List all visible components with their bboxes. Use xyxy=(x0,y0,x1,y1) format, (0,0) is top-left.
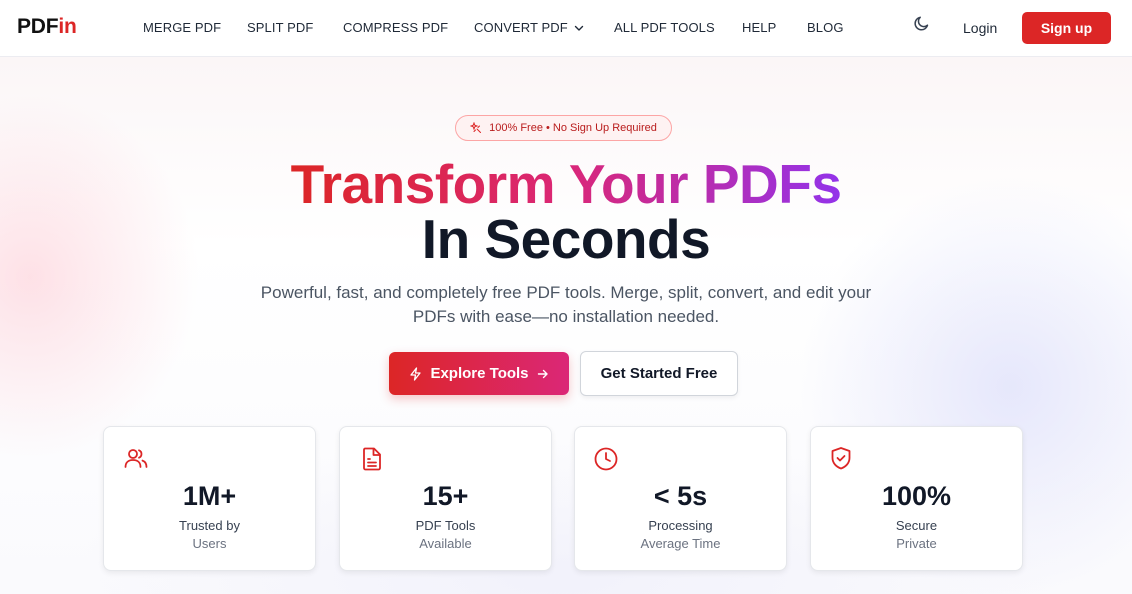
badge-text: 100% Free • No Sign Up Required xyxy=(489,122,657,134)
nav-convert-pdf-label: CONVERT PDF xyxy=(474,20,568,35)
document-icon xyxy=(359,446,385,472)
hero-subtitle: Powerful, fast, and completely free PDF … xyxy=(260,283,872,326)
nav-blog[interactable]: BLOG xyxy=(807,20,844,35)
explore-tools-button[interactable]: Explore Tools xyxy=(389,352,569,395)
arrow-right-icon xyxy=(537,368,549,380)
nav-help[interactable]: HELP xyxy=(742,20,776,35)
users-icon xyxy=(123,446,149,472)
lightning-icon xyxy=(409,366,422,381)
stat-label: Trusted by xyxy=(179,518,240,533)
stat-label: Secure xyxy=(895,518,938,533)
nav-compress-pdf[interactable]: COMPRESS PDF xyxy=(343,20,448,35)
stat-sublabel: Users xyxy=(192,536,227,551)
moon-icon[interactable] xyxy=(912,13,932,33)
stat-card-tools: 15+ PDF Tools Available xyxy=(339,426,552,571)
site-header: PDFin MERGE PDF SPLIT PDF COMPRESS PDF C… xyxy=(0,0,1132,57)
stat-label: PDF Tools xyxy=(415,518,476,533)
stat-value: 1M+ xyxy=(182,481,237,511)
stat-card-users: 1M+ Trusted by Users xyxy=(103,426,316,571)
stat-value: 15+ xyxy=(422,481,469,511)
nav-convert-pdf[interactable]: CONVERT PDF xyxy=(474,20,584,35)
get-started-button[interactable]: Get Started Free xyxy=(580,351,738,396)
stat-card-secure: 100% Secure Private xyxy=(810,426,1023,571)
sparkle-icon xyxy=(470,122,482,134)
shield-check-icon xyxy=(830,446,856,472)
chevron-down-icon xyxy=(574,23,584,33)
login-link[interactable]: Login xyxy=(963,20,997,36)
explore-tools-label: Explore Tools xyxy=(430,365,529,382)
headline-line2: In Seconds xyxy=(421,208,711,270)
stat-sublabel: Private xyxy=(896,536,937,551)
stat-label: Processing xyxy=(648,518,713,533)
nav-merge-pdf[interactable]: MERGE PDF xyxy=(143,20,221,35)
stat-card-speed: < 5s Processing Average Time xyxy=(574,426,787,571)
stat-sublabel: Average Time xyxy=(640,536,721,551)
stat-value: 100% xyxy=(881,481,952,511)
nav-all-pdf-tools[interactable]: ALL PDF TOOLS xyxy=(614,20,715,35)
stat-sublabel: Available xyxy=(419,536,472,551)
headline-gradient-text: Transform Your PDFs xyxy=(290,153,842,215)
signup-button[interactable]: Sign up xyxy=(1022,12,1111,44)
nav-split-pdf[interactable]: SPLIT PDF xyxy=(247,20,313,35)
clock-icon xyxy=(594,446,620,472)
stat-value: < 5s xyxy=(653,481,708,511)
free-badge: 100% Free • No Sign Up Required xyxy=(455,115,672,141)
